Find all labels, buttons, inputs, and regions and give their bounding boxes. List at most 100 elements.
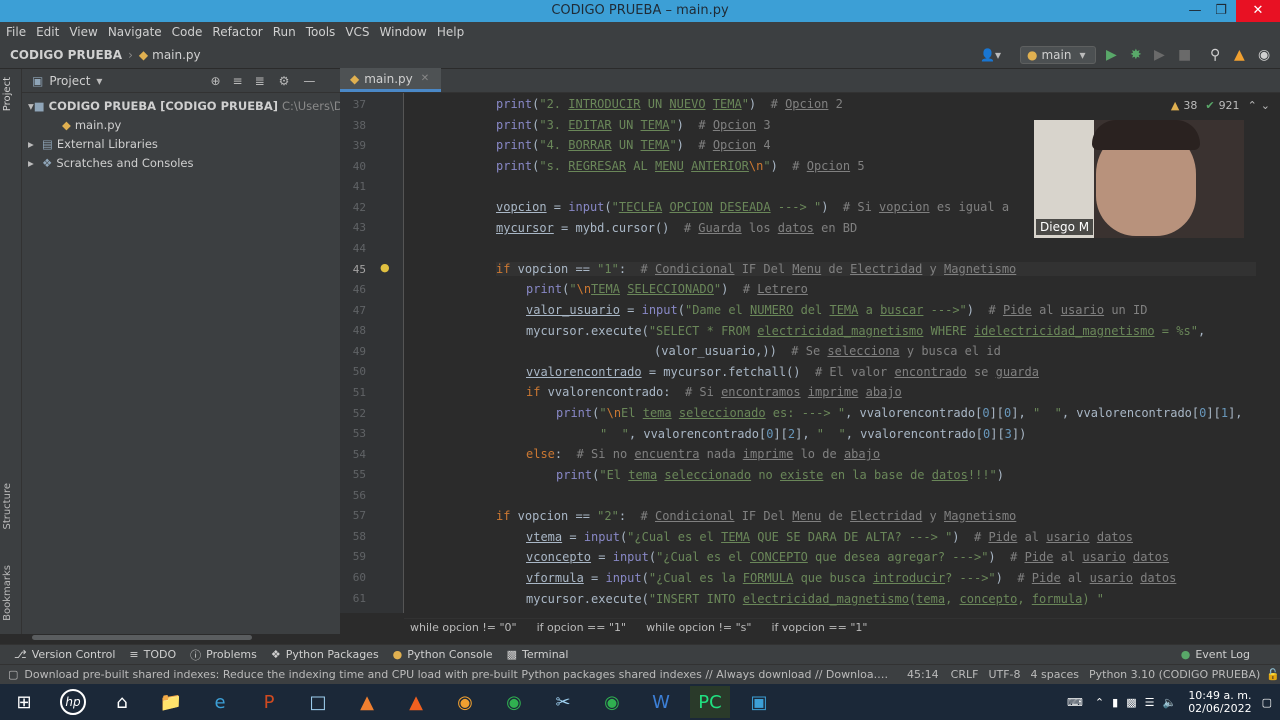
tree-item-main-py[interactable]: ◆ main.py [22, 115, 340, 134]
nav-file[interactable]: main.py [152, 48, 201, 62]
structure-tool-tab[interactable]: Structure [2, 483, 13, 530]
jetbrains-icon[interactable]: ◉ [1258, 46, 1270, 64]
lock-icon[interactable]: 🔓 [1266, 668, 1280, 681]
windows-start-icon[interactable]: ⊞ [4, 686, 44, 718]
hp-icon[interactable]: hp [53, 686, 93, 718]
run-config-select[interactable]: ● main ▾ [1020, 46, 1096, 64]
powerpoint-icon[interactable]: P [249, 686, 289, 718]
code-line: vtema = input("¿Cual es el TEMA QUE SE D… [526, 530, 1133, 544]
tab-event-log[interactable]: ● Event Log [1181, 648, 1250, 661]
menu-refactor[interactable]: Refactor [212, 25, 262, 39]
tree-item-external-libraries[interactable]: ▸ ▤ External Libraries [22, 134, 340, 153]
breadcrumb-item[interactable]: if vopcion == "1" [771, 621, 867, 634]
status-message[interactable]: Download pre-built shared indexes: Reduc… [24, 668, 891, 681]
menu-window[interactable]: Window [380, 25, 427, 39]
locate-icon[interactable]: ⊕ [210, 74, 220, 88]
bookmarks-tool-tab[interactable]: Bookmarks [2, 565, 13, 621]
internet-explorer-icon[interactable]: e [200, 686, 240, 718]
code-line: (valor_usuario,)) # Se selecciona y busc… [654, 344, 1001, 358]
menu-navigate[interactable]: Navigate [108, 25, 162, 39]
tab-terminal[interactable]: ▩ Terminal [507, 648, 569, 661]
breadcrumb-item[interactable]: if opcion == "1" [537, 621, 627, 634]
project-panel-title[interactable]: Project [49, 74, 90, 88]
indent-setting[interactable]: 4 spaces [1031, 668, 1080, 681]
breadcrumb-item[interactable]: while opcion != "s" [646, 621, 751, 634]
tab-python-console[interactable]: ● Python Console [393, 648, 493, 661]
line-separator[interactable]: CRLF [951, 668, 979, 681]
folder-icon: ■ [33, 98, 45, 113]
debug-icon[interactable]: ✸ [1130, 46, 1142, 64]
coverage-icon[interactable]: ▶ [1154, 46, 1165, 64]
horizontal-scrollbar[interactable] [32, 635, 252, 640]
stop-icon[interactable]: ■ [1178, 46, 1191, 64]
home-icon[interactable]: ⌂ [102, 686, 142, 718]
notepad-icon[interactable]: □ [298, 686, 338, 718]
keyboard-icon[interactable]: ⌨ [1067, 696, 1083, 709]
word-icon[interactable]: W [641, 686, 681, 718]
tree-item-project-root[interactable]: ▾ ■ CODIGO PRUEBA [CODIGO PRUEBA] C:\Use… [22, 96, 340, 115]
tab-label: Version Control [31, 648, 116, 661]
network-icon[interactable]: ▩ [1126, 696, 1136, 709]
tree-item-label: CODIGO PRUEBA [CODIGO PRUEBA] [48, 98, 278, 113]
menu-vcs[interactable]: VCS [345, 25, 369, 39]
lightbulb-icon[interactable]: ● [380, 261, 390, 274]
tab-python-packages[interactable]: ❖ Python Packages [271, 648, 379, 661]
wifi-icon[interactable]: ☰ [1145, 696, 1155, 709]
battery-icon[interactable]: ▮ [1112, 696, 1118, 709]
menu-view[interactable]: View [69, 25, 97, 39]
chevron-down-icon[interactable]: ▾ [96, 74, 102, 88]
gear-icon[interactable]: ⚙ [279, 74, 290, 88]
chrome-profile-icon[interactable]: ◉ [592, 686, 632, 718]
caret-position[interactable]: 45:14 [907, 668, 939, 681]
volume-icon[interactable]: 🔈 [1162, 696, 1176, 709]
nav-project[interactable]: CODIGO PRUEBA [10, 48, 122, 62]
menu-edit[interactable]: Edit [36, 25, 59, 39]
line-number: 42 [352, 201, 366, 214]
update-icon[interactable]: ▲ [1234, 46, 1245, 64]
window-title: CODIGO PRUEBA – main.py [551, 3, 729, 18]
close-icon[interactable]: ✕ [1236, 0, 1280, 22]
code-line: if vopcion == "2": # Condicional IF Del … [496, 509, 1017, 523]
breadcrumb-item[interactable]: while opcion != "0" [410, 621, 517, 634]
line-number: 59 [352, 550, 366, 563]
notifications-icon[interactable]: ▢ [1262, 696, 1272, 709]
restore-icon[interactable]: ❐ [1206, 0, 1236, 22]
brave-icon[interactable]: ▲ [347, 686, 387, 718]
tab-version-control[interactable]: ⎇ Version Control [14, 648, 115, 661]
menu-help[interactable]: Help [437, 25, 464, 39]
tree-item-label: Scratches and Consoles [56, 155, 194, 170]
python-interpreter[interactable]: Python 3.10 (CODIGO PRUEBA) [1089, 668, 1260, 681]
close-tab-icon[interactable]: ✕ [421, 73, 429, 84]
line-number: 41 [352, 180, 366, 193]
menu-tools[interactable]: Tools [306, 25, 336, 39]
expand-all-icon[interactable]: ≡ [233, 74, 243, 88]
menu-file[interactable]: File [6, 25, 26, 39]
tab-todo[interactable]: ≡ TODO [129, 648, 176, 661]
file-explorer-icon[interactable]: 📁 [151, 686, 191, 718]
chevron-up-icon[interactable]: ⌃ [1095, 696, 1104, 709]
tab-problems[interactable]: ⓘ Problems [190, 647, 257, 663]
run-icon[interactable]: ▶ [1106, 46, 1117, 64]
problems-icon: ⓘ [190, 648, 202, 662]
chrome-canary-icon[interactable]: ◉ [445, 686, 485, 718]
search-icon[interactable]: ⚲ [1210, 46, 1220, 64]
snipping-tool-icon[interactable]: ✂ [543, 686, 583, 718]
menu-code[interactable]: Code [172, 25, 203, 39]
tree-item-scratches[interactable]: ▸ ❖ Scratches and Consoles [22, 153, 340, 172]
menu-run[interactable]: Run [273, 25, 296, 39]
collapse-all-icon[interactable]: ≣ [255, 74, 265, 88]
hide-icon[interactable]: — [303, 74, 315, 88]
matlab-icon[interactable]: ▲ [396, 686, 436, 718]
code-line: " ", vvalorencontrado[0][2], " ", vvalor… [600, 427, 1027, 441]
line-number: 54 [352, 448, 366, 461]
webcam-hair [1092, 120, 1200, 150]
tab-main-py[interactable]: ◆ main.py ✕ [340, 68, 442, 92]
zoom-icon[interactable]: ▣ [739, 686, 779, 718]
code-line: print("4. BORRAR UN TEMA") # Opcion 4 [496, 138, 771, 152]
file-encoding[interactable]: UTF-8 [988, 668, 1020, 681]
pycharm-icon[interactable]: PC [690, 686, 730, 718]
project-tool-tab[interactable]: Project [2, 77, 13, 111]
chrome-icon[interactable]: ◉ [494, 686, 534, 718]
clock[interactable]: 10:49 a. m. 02/06/2022 [1188, 689, 1251, 715]
user-icon[interactable]: 👤▾ [980, 46, 1001, 64]
